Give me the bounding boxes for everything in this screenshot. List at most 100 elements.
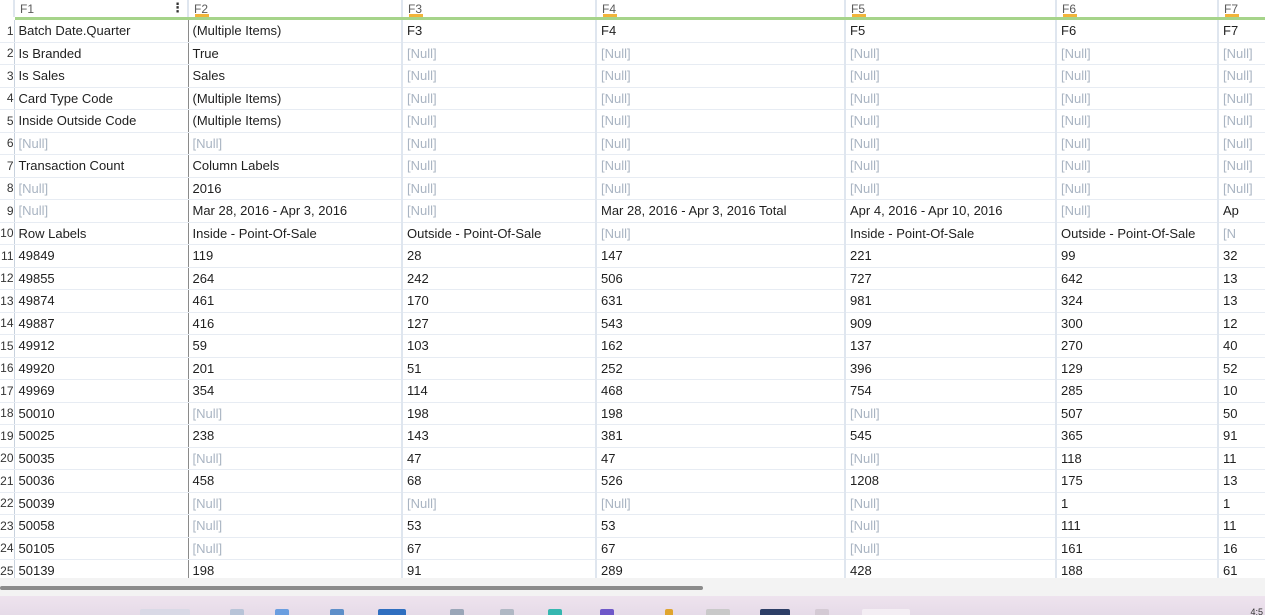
app-icon[interactable]	[862, 609, 910, 615]
table-cell[interactable]: [Null]	[596, 132, 846, 155]
table-cell[interactable]: [Null]	[402, 177, 597, 200]
table-cell[interactable]: 49849	[13, 244, 189, 268]
table-cell[interactable]: [Null]	[1218, 154, 1265, 178]
table-cell[interactable]: 198	[402, 402, 597, 425]
table-cell[interactable]: [Null]	[845, 87, 1057, 110]
table-cell[interactable]: 161	[1056, 537, 1219, 560]
table-row[interactable]: 20 50035 [Null] 47 47 [Null] 118 11	[0, 447, 1265, 470]
table-row[interactable]: 10 Row Labels Inside - Point-Of-Sale Outsid…	[0, 222, 1265, 245]
table-cell[interactable]: F7	[1218, 18, 1265, 43]
table-cell[interactable]: 381	[596, 424, 846, 448]
table-cell[interactable]: 201	[188, 357, 403, 380]
table-cell[interactable]: [Null]	[1218, 87, 1265, 110]
table-row[interactable]: 4 Card Type Code (Multiple Items) [Null] [Nu…	[0, 87, 1265, 110]
table-cell[interactable]: 47	[596, 447, 846, 470]
table-cell[interactable]: 147	[596, 244, 846, 268]
table-cell[interactable]: Row Labels	[13, 222, 189, 245]
table-cell[interactable]: 11	[1218, 447, 1265, 470]
app-icon[interactable]	[815, 609, 829, 615]
table-cell[interactable]: [N	[1218, 222, 1265, 245]
table-cell[interactable]: 507	[1056, 402, 1219, 425]
table-cell[interactable]: 13	[1218, 267, 1265, 290]
table-row[interactable]: 13 49874 461 170 631 981 324 13	[0, 289, 1265, 313]
table-cell[interactable]: [Null]	[845, 537, 1057, 560]
table-cell[interactable]: [Null]	[402, 132, 597, 155]
table-row[interactable]: 17 49969 354 114 468 754 285 10	[0, 379, 1265, 403]
table-cell[interactable]: 1	[1056, 492, 1219, 515]
table-cell[interactable]: Card Type Code	[13, 87, 189, 110]
app-icon[interactable]	[450, 609, 464, 615]
table-cell[interactable]: [Null]	[1056, 132, 1219, 155]
scrollbar-thumb[interactable]	[0, 586, 703, 590]
table-cell[interactable]: [Null]	[402, 42, 597, 65]
table-cell[interactable]: 49920	[13, 357, 189, 380]
table-cell[interactable]: Ap	[1218, 199, 1265, 223]
column-header-f3[interactable]: F3	[402, 0, 597, 20]
table-cell[interactable]: F3	[402, 18, 597, 43]
table-cell[interactable]: 67	[596, 537, 846, 560]
table-cell[interactable]: [Null]	[596, 154, 846, 178]
table-row[interactable]: 24 50105 [Null] 67 67 [Null] 161 16	[0, 537, 1265, 560]
table-cell[interactable]: 16	[1218, 537, 1265, 560]
table-row[interactable]: 16 49920 201 51 252 396 129 52	[0, 357, 1265, 380]
table-cell[interactable]: 50025	[13, 424, 189, 448]
table-cell[interactable]: [Null]	[596, 492, 846, 515]
column-header-f6[interactable]: F6	[1056, 0, 1219, 20]
table-cell[interactable]: 50039	[13, 492, 189, 515]
table-cell[interactable]: Inside Outside Code	[13, 109, 189, 133]
app-icon[interactable]	[665, 609, 673, 615]
table-cell[interactable]: 2016	[188, 177, 403, 200]
table-cell[interactable]: 118	[1056, 447, 1219, 470]
table-cell[interactable]: 170	[402, 289, 597, 313]
table-cell[interactable]: [Null]	[1056, 177, 1219, 200]
table-row[interactable]: 25 50139 198 91 289 428 188 61	[0, 559, 1265, 578]
table-cell[interactable]: F6	[1056, 18, 1219, 43]
table-cell[interactable]: 506	[596, 267, 846, 290]
table-cell[interactable]: 428	[845, 559, 1057, 578]
table-row[interactable]: 14 49887 416 127 543 909 300 12	[0, 312, 1265, 335]
table-cell[interactable]: 270	[1056, 334, 1219, 358]
table-cell[interactable]: 754	[845, 379, 1057, 403]
table-row[interactable]: 7 Transaction Count Column Labels [Null] [Nu…	[0, 154, 1265, 178]
table-cell[interactable]: Outside - Point-Of-Sale	[1056, 222, 1219, 245]
app-icon[interactable]	[706, 609, 730, 615]
table-cell[interactable]: 68	[402, 469, 597, 493]
table-cell[interactable]: [Null]	[402, 492, 597, 515]
table-cell[interactable]: 289	[596, 559, 846, 578]
table-cell[interactable]: [Null]	[188, 514, 403, 538]
edge-icon[interactable]	[275, 609, 289, 615]
table-cell[interactable]: 458	[188, 469, 403, 493]
table-row[interactable]: 11 49849 119 28 147 221 99 32	[0, 244, 1265, 268]
table-cell[interactable]: 67	[402, 537, 597, 560]
table-cell[interactable]: [Null]	[845, 492, 1057, 515]
table-cell[interactable]: 143	[402, 424, 597, 448]
table-cell[interactable]: [Null]	[1056, 42, 1219, 65]
table-cell[interactable]: 354	[188, 379, 403, 403]
table-cell[interactable]: 365	[1056, 424, 1219, 448]
table-cell[interactable]: [Null]	[596, 42, 846, 65]
table-cell[interactable]: 119	[188, 244, 403, 268]
table-cell[interactable]: Column Labels	[188, 154, 403, 178]
app-icon[interactable]	[760, 609, 790, 615]
table-row[interactable]: 19 50025 238 143 381 545 365 91	[0, 424, 1265, 448]
table-cell[interactable]: 416	[188, 312, 403, 335]
table-cell[interactable]: 631	[596, 289, 846, 313]
table-cell[interactable]: [Null]	[188, 447, 403, 470]
table-cell[interactable]: [Null]	[402, 109, 597, 133]
table-cell[interactable]: 49855	[13, 267, 189, 290]
table-cell[interactable]: 137	[845, 334, 1057, 358]
table-cell[interactable]: [Null]	[1218, 177, 1265, 200]
search-icon[interactable]	[140, 609, 190, 615]
table-cell[interactable]: [Null]	[845, 132, 1057, 155]
table-cell[interactable]: [Null]	[596, 109, 846, 133]
table-cell[interactable]: F5	[845, 18, 1057, 43]
table-cell[interactable]: 324	[1056, 289, 1219, 313]
table-cell[interactable]: 13	[1218, 469, 1265, 493]
table-cell[interactable]: 50139	[13, 559, 189, 578]
table-row[interactable]: 9 [Null] Mar 28, 2016 - Apr 3, 2016 [Null] M…	[0, 199, 1265, 223]
table-cell[interactable]: 162	[596, 334, 846, 358]
table-cell[interactable]: [Null]	[1056, 109, 1219, 133]
table-cell[interactable]: True	[188, 42, 403, 65]
table-cell[interactable]: 49874	[13, 289, 189, 313]
table-cell[interactable]: [Null]	[845, 154, 1057, 178]
